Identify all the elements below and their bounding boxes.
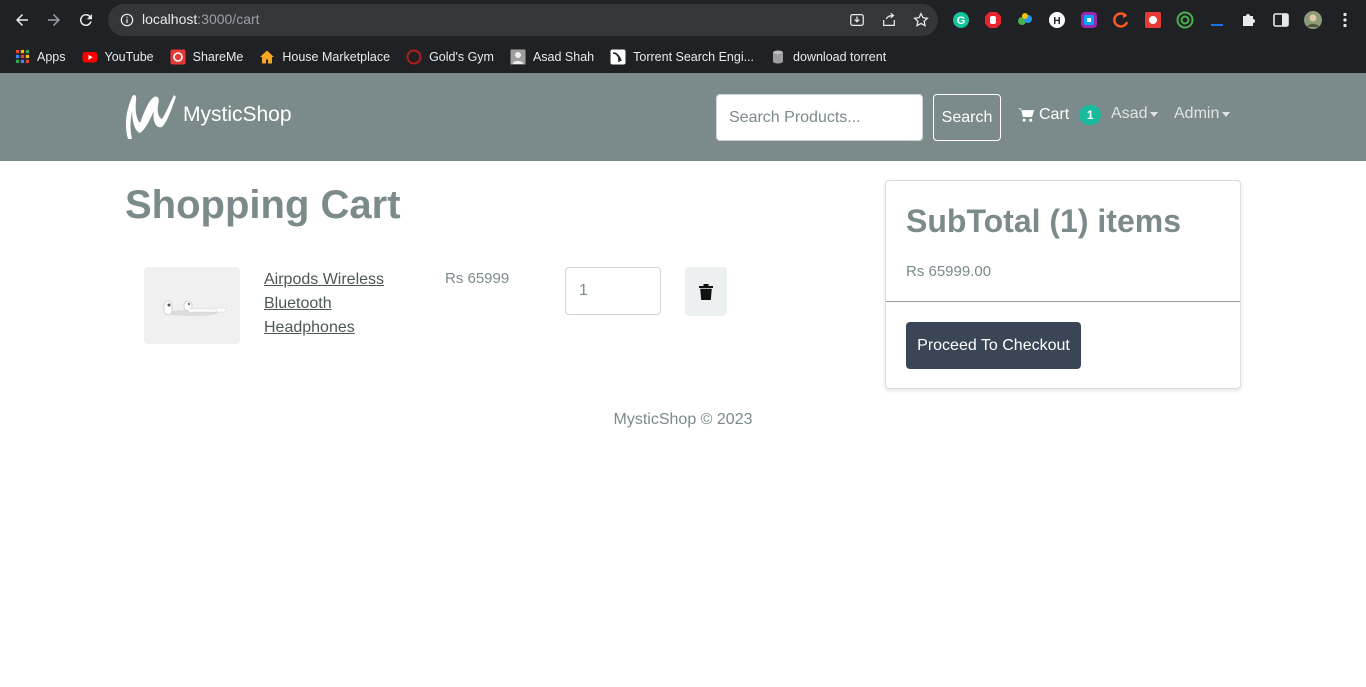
quantity-input[interactable] [565,267,661,315]
bookmark-label: YouTube [104,49,154,64]
site-navbar: MysticShop Search Cart 1 Asad Admin [0,73,1366,161]
airpods-image-icon [144,267,240,344]
bookmark-label: download torrent [793,49,887,64]
shopping-cart-icon [1018,108,1035,122]
url-text: localhost:3000/cart [142,11,260,27]
bookmarks-bar: Apps YouTube ShareMe House Marketplace G… [0,40,1366,73]
admin-menu-label: Admin [1174,105,1220,122]
reload-button[interactable] [74,8,98,32]
bookmark-house-marketplace[interactable]: House Marketplace [259,49,390,65]
product-name-link[interactable]: Airpods Wireless Bluetooth Headphones [264,268,404,340]
summary-divider [886,301,1240,302]
url-path: :3000/cart [197,11,260,27]
bookmark-star-icon[interactable] [912,11,930,29]
browser-toolbar: localhost:3000/cart G H [0,0,1366,40]
colorful-extension-icon[interactable] [1014,9,1036,31]
bookmark-apps[interactable]: Apps [14,49,66,65]
bookmark-download-torrent[interactable]: download torrent [770,49,886,65]
gradient-square-extension-icon[interactable] [1078,9,1100,31]
circle-h-extension-icon[interactable]: H [1046,9,1068,31]
product-image [144,267,240,344]
red-square-extension-icon[interactable] [1142,9,1164,31]
cart-link[interactable]: Cart 1 [1018,105,1102,125]
bookmark-golds-gym[interactable]: Gold's Gym [406,49,494,65]
blue-line-extension-icon[interactable] [1206,9,1228,31]
bookmark-label: ShareMe [192,49,244,64]
youtube-icon [82,49,98,65]
cart-count-badge: 1 [1079,105,1102,125]
proceed-to-checkout-button[interactable]: Proceed To Checkout [906,322,1081,369]
share-icon[interactable] [880,11,898,29]
bookmark-asad-shah[interactable]: Asad Shah [510,49,594,65]
green-target-extension-icon[interactable] [1174,9,1196,31]
user-menu-dropdown[interactable]: Asad [1111,105,1159,123]
back-button[interactable] [10,8,34,32]
reload-icon [79,14,92,27]
bookmark-label: Asad Shah [532,49,595,64]
subtotal-heading: SubTotal (1) items [906,203,1181,239]
kebab-menu-icon[interactable] [1334,9,1356,31]
bookmark-label: House Marketplace [282,49,391,64]
arrow-right-icon [48,14,60,26]
bookmark-label: Apps [37,49,66,64]
database-icon [770,49,786,65]
info-icon [120,13,134,27]
url-host: localhost [142,11,198,27]
extensions-puzzle-icon[interactable] [1238,9,1260,31]
side-panel-icon[interactable] [1270,9,1292,31]
apps-grid-icon [14,49,30,65]
caret-down-icon [1222,111,1231,117]
address-bar[interactable]: localhost:3000/cart [108,4,938,36]
user-menu-label: Asad [1111,105,1148,122]
arrow-left-icon [16,14,28,26]
bookmark-shareme[interactable]: ShareMe [170,49,244,65]
mystic-logo-icon[interactable] [124,89,176,143]
bookmark-youtube[interactable]: YouTube [82,49,154,65]
refresh-red-extension-icon[interactable] [1110,9,1132,31]
product-price: Rs 65999 [445,270,510,287]
bookmark-label: Torrent Search Engi... [633,49,755,64]
subtotal-amount: Rs 65999.00 [906,263,992,280]
svg-text:G: G [957,15,966,27]
delete-item-button[interactable] [685,267,727,316]
admin-menu-dropdown[interactable]: Admin [1174,105,1231,123]
torrent-icon [610,49,626,65]
cart-label: Cart [1039,106,1070,123]
bookmark-label: Gold's Gym [429,49,494,64]
house-icon [259,49,275,65]
brand-name[interactable]: MysticShop [183,103,292,127]
bookmark-torrent-search[interactable]: Torrent Search Engi... [610,49,754,65]
forward-button[interactable] [42,8,66,32]
install-icon[interactable] [848,11,866,29]
golds-gym-icon [406,49,422,65]
caret-down-icon [1150,111,1159,117]
shareme-icon [170,49,186,65]
order-summary-card: SubTotal (1) items Rs 65999.00 Proceed T… [885,180,1241,389]
trash-icon [699,283,713,300]
search-button[interactable]: Search [933,94,1001,141]
person-icon [510,49,526,65]
footer-copyright: MysticShop © 2023 [613,411,753,428]
page-title: Shopping Cart [125,183,401,227]
search-products-input[interactable] [716,94,923,141]
svg-text:H: H [1053,16,1060,27]
profile-avatar-icon[interactable] [1302,9,1324,31]
grammarly-extension-icon[interactable]: G [950,9,972,31]
adblock-extension-icon[interactable] [982,9,1004,31]
